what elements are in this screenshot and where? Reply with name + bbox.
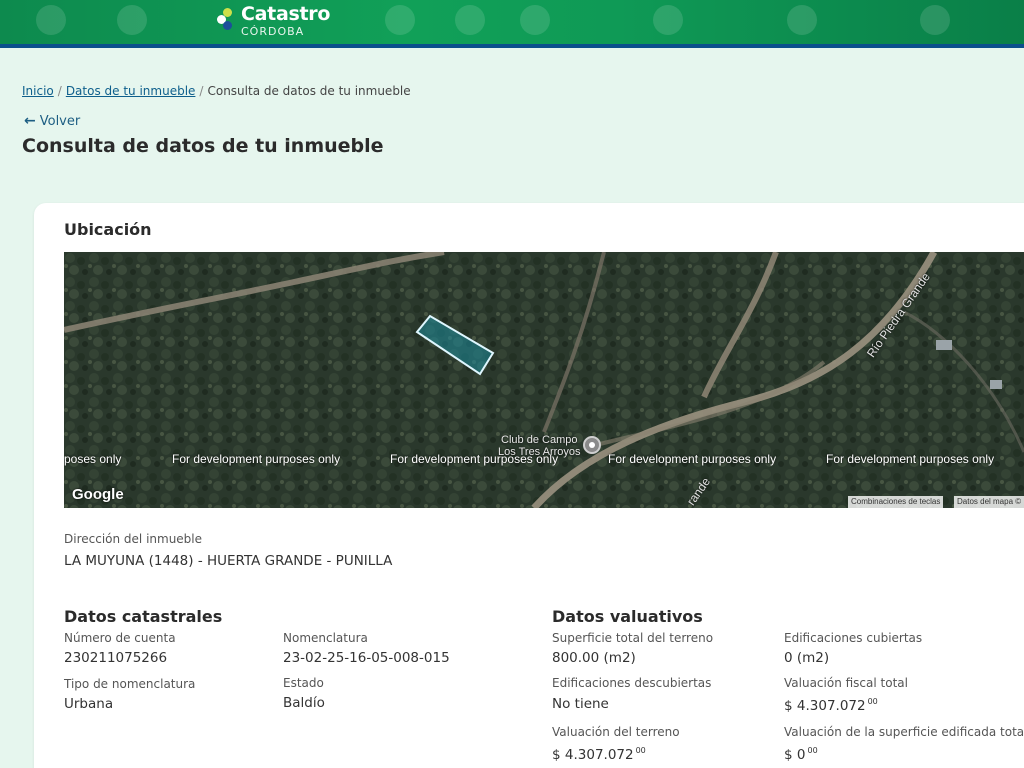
valuacion-terreno-value: $ 4.307.072 00 xyxy=(552,746,646,763)
nomenclatura-value: 23-02-25-16-05-008-015 xyxy=(283,650,450,666)
header-decoration xyxy=(385,5,415,35)
map-watermark: For development purposes only xyxy=(608,452,777,466)
numero-cuenta-label: Número de cuenta xyxy=(64,631,176,645)
map-pin-icon[interactable] xyxy=(583,436,601,454)
back-label: Volver xyxy=(39,113,81,129)
google-logo[interactable]: Google xyxy=(72,486,124,503)
section-title-ubicacion: Ubicación xyxy=(64,220,152,239)
breadcrumb-link-datos-inmueble[interactable]: Datos de tu inmueble xyxy=(66,84,196,98)
back-link[interactable]: ← Volver xyxy=(24,113,80,129)
valuacion-terreno-cents: 00 xyxy=(635,746,646,755)
header-decoration xyxy=(653,5,683,35)
map-watermark: For development purposes only xyxy=(826,452,995,466)
valuacion-fiscal-value: $ 4.307.072 00 xyxy=(784,697,878,714)
place-label-line: Club de Campo xyxy=(501,434,578,446)
header-decoration xyxy=(36,5,66,35)
breadcrumb-separator: / xyxy=(199,84,204,98)
estado-value: Baldío xyxy=(283,695,325,711)
estado-label: Estado xyxy=(283,676,324,690)
logo-icon xyxy=(216,8,236,32)
property-map[interactable]: Río Piedra Grande rande Club de Campo Lo… xyxy=(64,252,1024,508)
breadcrumb-current: Consulta de datos de tu inmueble xyxy=(207,84,411,98)
valuacion-fiscal-label: Valuación fiscal total xyxy=(784,676,908,690)
map-keyboard-shortcuts-link[interactable]: Combinaciones de teclas xyxy=(848,496,944,508)
header-decoration xyxy=(787,5,817,35)
section-title-datos-valuativos: Datos valuativos xyxy=(552,607,703,626)
valuacion-edificada-label: Valuación de la superficie edificada tot… xyxy=(784,725,1024,739)
header-decoration xyxy=(520,5,550,35)
map-watermark: poses only xyxy=(64,452,122,466)
satellite-imagery xyxy=(64,252,1024,508)
superficie-label: Superficie total del terreno xyxy=(552,631,714,645)
breadcrumb-link-inicio[interactable]: Inicio xyxy=(22,84,54,98)
valuacion-terreno-label: Valuación del terreno xyxy=(552,725,680,739)
valuacion-edificada-amount: $ 0 xyxy=(784,747,806,763)
direccion-label: Dirección del inmueble xyxy=(64,532,203,546)
map-watermark: For development purposes only xyxy=(172,452,341,466)
valuacion-edificada-value: $ 0 00 xyxy=(784,746,818,763)
nomenclatura-label: Nomenclatura xyxy=(283,631,368,645)
tipo-nomenclatura-value: Urbana xyxy=(64,696,114,712)
edif-descubiertas-value: No tiene xyxy=(552,696,609,712)
tipo-nomenclatura-label: Tipo de nomenclatura xyxy=(64,677,196,691)
edif-descubiertas-label: Edificaciones descubiertas xyxy=(552,676,712,690)
logo-subtitle: CÓRDOBA xyxy=(241,25,305,38)
arrow-left-icon: ← xyxy=(24,113,36,129)
page-title: Consulta de datos de tu inmueble xyxy=(22,135,384,157)
section-title-datos-catastrales: Datos catastrales xyxy=(64,607,223,626)
numero-cuenta-value: 230211075266 xyxy=(64,650,168,666)
header-decoration xyxy=(455,5,485,35)
edif-cubiertas-label: Edificaciones cubiertas xyxy=(784,631,923,645)
map-data-attribution[interactable]: Datos del mapa © xyxy=(954,496,1024,508)
valuacion-edificada-cents: 00 xyxy=(807,746,818,755)
catastro-logo[interactable]: Catastro CÓRDOBA xyxy=(216,5,330,37)
logo-title: Catastro xyxy=(241,3,331,25)
map-watermark: For development purposes only xyxy=(390,452,559,466)
direccion-value: LA MUYUNA (1448) - HUERTA GRANDE - PUNIL… xyxy=(64,553,393,569)
valuacion-fiscal-cents: 00 xyxy=(867,697,878,706)
site-header: Catastro CÓRDOBA xyxy=(0,0,1024,48)
breadcrumb-separator: / xyxy=(57,84,62,98)
header-decoration xyxy=(117,5,147,35)
header-decoration xyxy=(920,5,950,35)
valuacion-terreno-amount: $ 4.307.072 xyxy=(552,747,634,763)
edif-cubiertas-value: 0 (m2) xyxy=(784,650,830,666)
breadcrumb: Inicio / Datos de tu inmueble / Consulta de … xyxy=(22,84,411,98)
valuacion-fiscal-amount: $ 4.307.072 xyxy=(784,698,866,714)
superficie-value: 800.00 (m2) xyxy=(552,650,636,666)
